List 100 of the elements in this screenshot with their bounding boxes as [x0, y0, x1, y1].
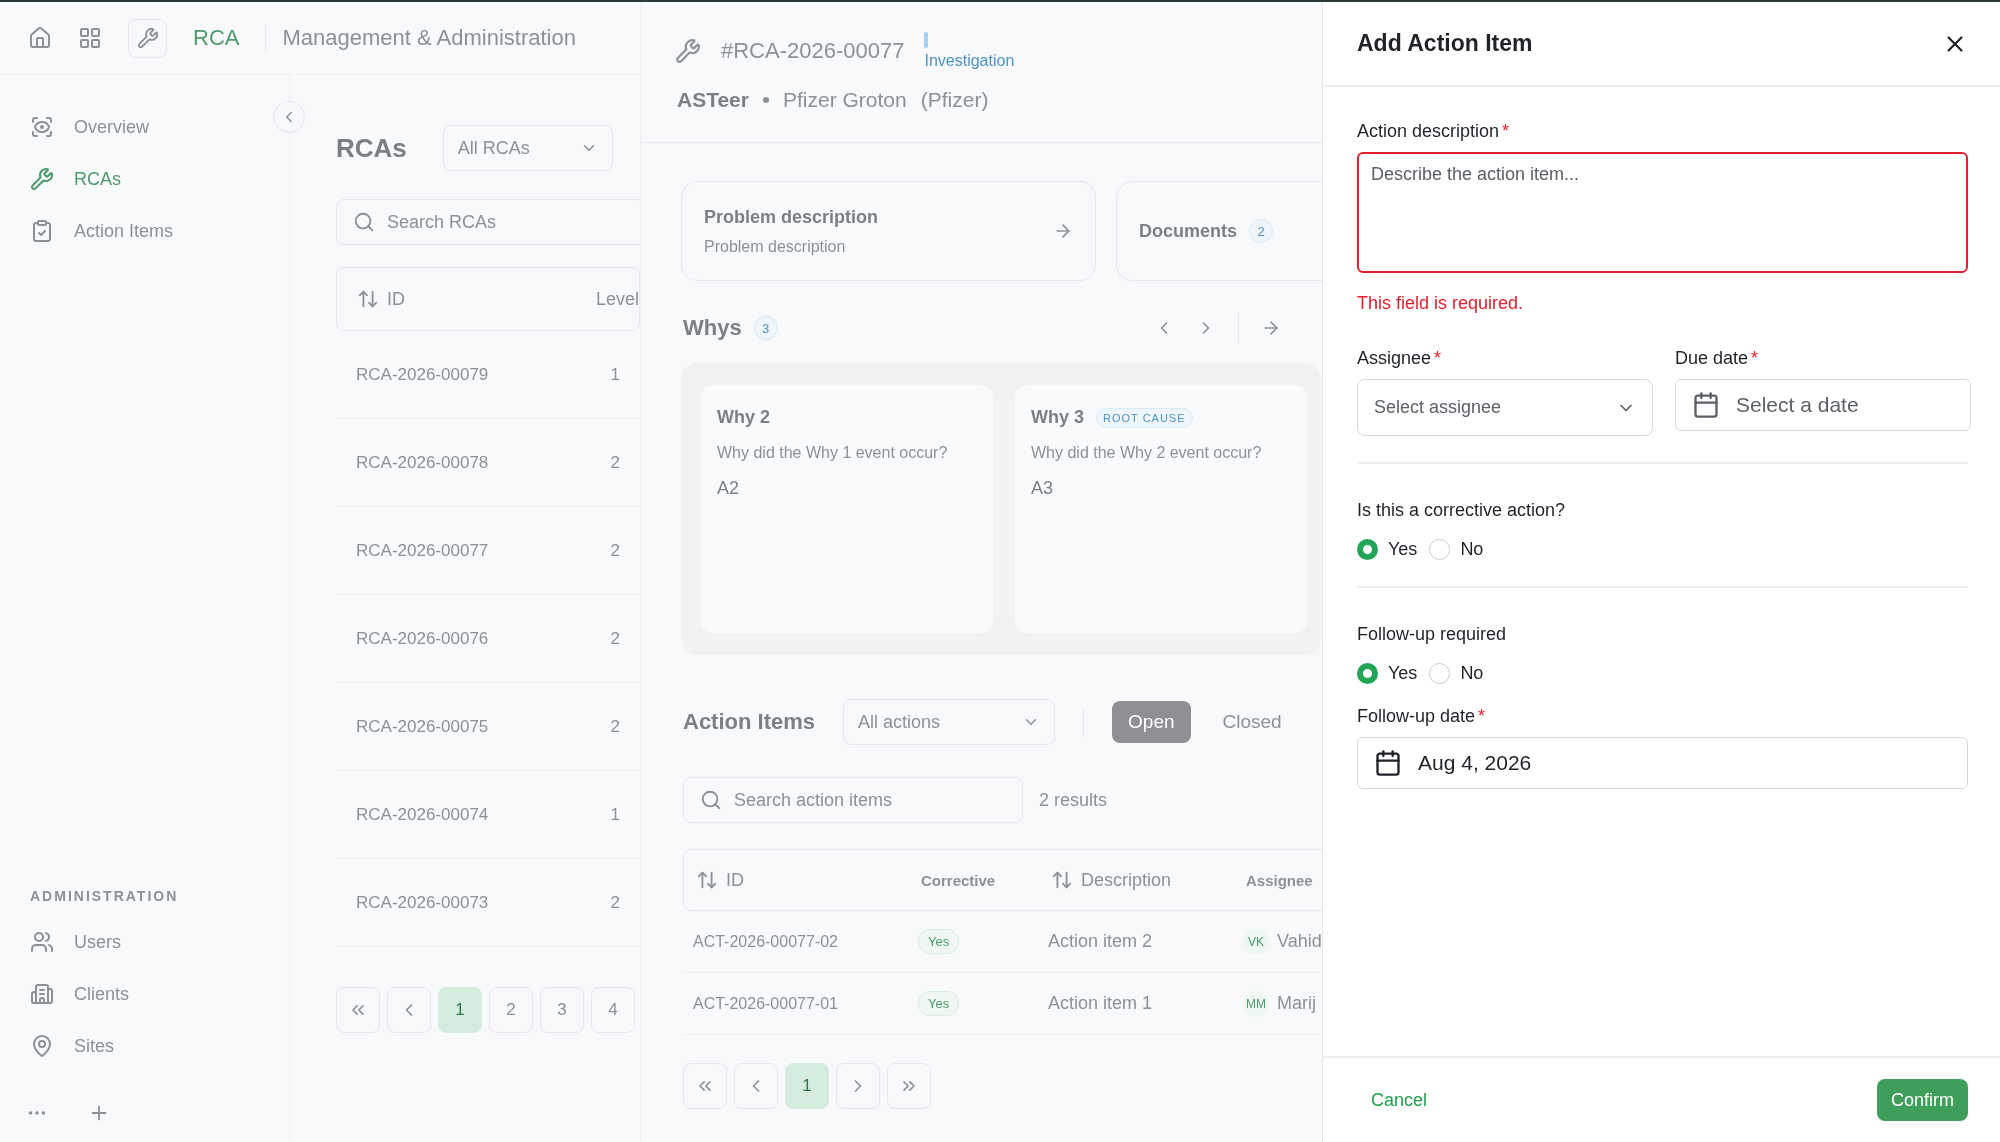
grid-icon[interactable]	[78, 26, 102, 50]
table-row[interactable]: RCA-2026-00077 2	[336, 507, 640, 595]
wrench-icon	[30, 167, 54, 191]
search-field[interactable]: Search RCAs	[336, 199, 640, 245]
table-cell: RCA-2026-00079	[356, 364, 489, 385]
date-field[interactable]: Select a date	[1675, 379, 1971, 431]
result-count: 2 results	[1039, 789, 1108, 811]
sidebar-item[interactable]: Users	[0, 916, 131, 968]
page-button[interactable]: 4	[591, 987, 635, 1033]
table-cell-text: Action item 2	[1048, 931, 1154, 952]
avatar: MM	[1243, 990, 1269, 1017]
card-title: Problem description	[704, 206, 879, 228]
card-title: Why 3	[1031, 407, 1084, 428]
calendar-icon	[1692, 391, 1720, 419]
page-button[interactable]: 1	[785, 1063, 829, 1109]
table-cell: 2	[610, 716, 620, 737]
first-page-button[interactable]	[336, 987, 380, 1033]
radio-option[interactable]: Yes	[1357, 539, 1418, 560]
rca-name: ASTeer	[677, 88, 749, 112]
rca-number: #RCA-2026-00077	[721, 38, 905, 64]
why-question: Why did the Why 2 event occur?	[1031, 444, 1263, 462]
radio-option[interactable]: No	[1429, 539, 1484, 560]
status-label: Investigation	[924, 52, 1015, 70]
radio-option[interactable]: Yes	[1357, 663, 1418, 684]
problem-card[interactable]: Problem description Problem description	[681, 181, 1096, 281]
app-name: RCA	[193, 25, 240, 51]
table-row[interactable]: RCA-2026-00074 1	[336, 771, 640, 859]
why-answer: A2	[717, 478, 741, 499]
page-title: RCAs	[336, 132, 407, 164]
table-cell-text: ACT-2026-00077-01	[693, 994, 839, 1013]
sort-icon[interactable]	[696, 869, 718, 891]
table-cell: RCA-2026-00073	[356, 892, 489, 913]
drawer-title: Add Action Item	[1357, 30, 1533, 57]
error-message: This field is required.	[1357, 293, 1525, 314]
field-label: Due date *	[1675, 348, 1760, 369]
page-button[interactable]: 1	[438, 987, 482, 1033]
sort-icon[interactable]	[1051, 869, 1073, 891]
table-row[interactable]: RCA-2026-00073 2	[336, 859, 640, 947]
table-cell-text: ACT-2026-00077-02	[693, 932, 839, 951]
column-header: Corrective	[921, 871, 996, 889]
table-cell: 2	[610, 540, 620, 561]
tab[interactable]: Closed	[1206, 701, 1298, 743]
table-cell: RCA-2026-00078	[356, 452, 489, 473]
sidebar-item[interactable]: RCAs	[0, 153, 131, 205]
question-label: Follow-up required	[1357, 624, 1508, 645]
radio-option[interactable]: No	[1429, 663, 1484, 684]
wrench-icon[interactable]	[128, 18, 167, 58]
home-icon[interactable]	[28, 26, 52, 50]
first-page-button[interactable]	[683, 1063, 727, 1109]
table-row[interactable]: RCA-2026-00076 2	[336, 595, 640, 683]
sidebar-item[interactable]: Sites	[0, 1020, 125, 1072]
assignee-name: Marij	[1277, 993, 1316, 1014]
table-cell: 2	[610, 628, 620, 649]
last-page-button[interactable]	[887, 1063, 931, 1109]
calendar-icon	[1374, 749, 1402, 777]
root-cause-tag: ROOT CAUSE	[1096, 407, 1193, 428]
table-cell: 2	[610, 452, 620, 473]
card-title: Documents	[1139, 220, 1237, 242]
search-field[interactable]: Search action items	[683, 777, 1023, 823]
corrective-tag: Yes	[918, 991, 960, 1016]
sidebar-item[interactable]: Overview	[0, 101, 159, 153]
column-header: Assignee	[1246, 871, 1313, 889]
why-answer: A3	[1031, 478, 1055, 499]
table-row[interactable]: RCA-2026-00075 2	[336, 683, 640, 771]
why-question: Why did the Why 1 event occur?	[717, 444, 949, 462]
filter-dropdown[interactable]: All RCAs	[442, 125, 613, 171]
table-cell: RCA-2026-00077	[356, 540, 489, 561]
assignee-dropdown[interactable]: Select assignee	[1357, 379, 1653, 436]
field-label: Follow-up date *	[1357, 706, 1487, 727]
clipboard-icon	[30, 219, 54, 243]
section-heading: ADMINISTRATION	[29, 888, 180, 906]
table-row[interactable]: RCA-2026-00078 2	[336, 419, 640, 507]
card-text: Problem description	[704, 237, 847, 256]
site-name: Pfizer Groton	[783, 88, 907, 112]
confirm-button[interactable]: Confirm	[1877, 1079, 1968, 1121]
count-badge: 3	[753, 316, 778, 340]
sort-icon[interactable]	[357, 288, 379, 310]
description-field[interactable]: Describe the action item...	[1357, 152, 1968, 273]
column-header: ID	[387, 288, 405, 310]
table-cell: RCA-2026-00074	[356, 804, 489, 825]
wrench-icon	[675, 38, 701, 64]
cancel-button[interactable]: Cancel	[1369, 1083, 1430, 1117]
sidebar-item[interactable]: Clients	[0, 968, 140, 1020]
tab[interactable]: Open	[1112, 701, 1191, 743]
table-cell: 1	[610, 364, 620, 385]
field-label: Assignee *	[1357, 348, 1443, 369]
assignee-name: Vahid	[1277, 931, 1322, 952]
column-header: Description	[1081, 869, 1172, 891]
avatar: VK	[1243, 928, 1269, 955]
field-label: Action description *	[1357, 121, 1511, 142]
page-button[interactable]: 2	[489, 987, 533, 1033]
building-icon	[30, 982, 54, 1006]
filter-dropdown[interactable]: All actions	[843, 699, 1056, 745]
table-cell: 1	[610, 804, 620, 825]
table-row[interactable]: RCA-2026-00079 1	[336, 331, 640, 419]
page-button[interactable]: 3	[540, 987, 584, 1033]
client-name: (Pfizer)	[920, 88, 989, 112]
column-header: Level	[595, 288, 639, 310]
date-field[interactable]: Aug 4, 2026	[1357, 737, 1968, 789]
sidebar-item[interactable]: Action Items	[0, 205, 184, 257]
